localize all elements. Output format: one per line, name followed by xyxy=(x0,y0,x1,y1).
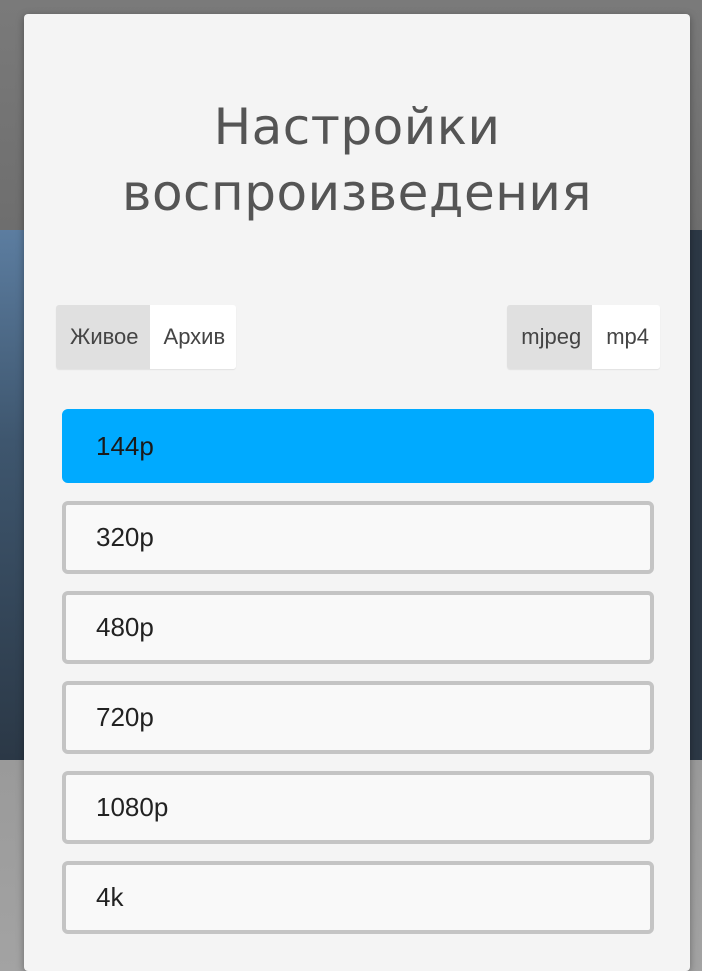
resolution-list: 144p 320p 480p 720p 1080p 4k xyxy=(62,409,654,951)
format-option-mp4[interactable]: mp4 xyxy=(592,305,660,369)
resolution-button-480p[interactable]: 480p xyxy=(62,591,654,664)
dialog-title-line-2: воспроизведения xyxy=(122,164,592,222)
resolution-button-720p[interactable]: 720p xyxy=(62,681,654,754)
resolution-button-1080p[interactable]: 1080p xyxy=(62,771,654,844)
stream-format-toggle: mjpeg mp4 xyxy=(507,305,660,369)
background-video-edge-right xyxy=(690,230,702,760)
resolution-button-144p[interactable]: 144p xyxy=(62,409,654,483)
resolution-button-320p[interactable]: 320p xyxy=(62,501,654,574)
dialog-title: Настройки воспроизведения xyxy=(24,94,690,226)
format-option-mjpeg[interactable]: mjpeg xyxy=(507,305,593,369)
resolution-button-4k[interactable]: 4k xyxy=(62,861,654,934)
mode-option-archive[interactable]: Архив xyxy=(149,305,237,369)
stream-mode-toggle: Живое Архив xyxy=(56,305,237,369)
playback-settings-dialog: Настройки воспроизведения Живое Архив mj… xyxy=(24,14,690,971)
dialog-title-line-1: Настройки xyxy=(213,98,501,156)
mode-option-live[interactable]: Живое xyxy=(56,305,150,369)
background-video-edge-left xyxy=(0,230,24,760)
